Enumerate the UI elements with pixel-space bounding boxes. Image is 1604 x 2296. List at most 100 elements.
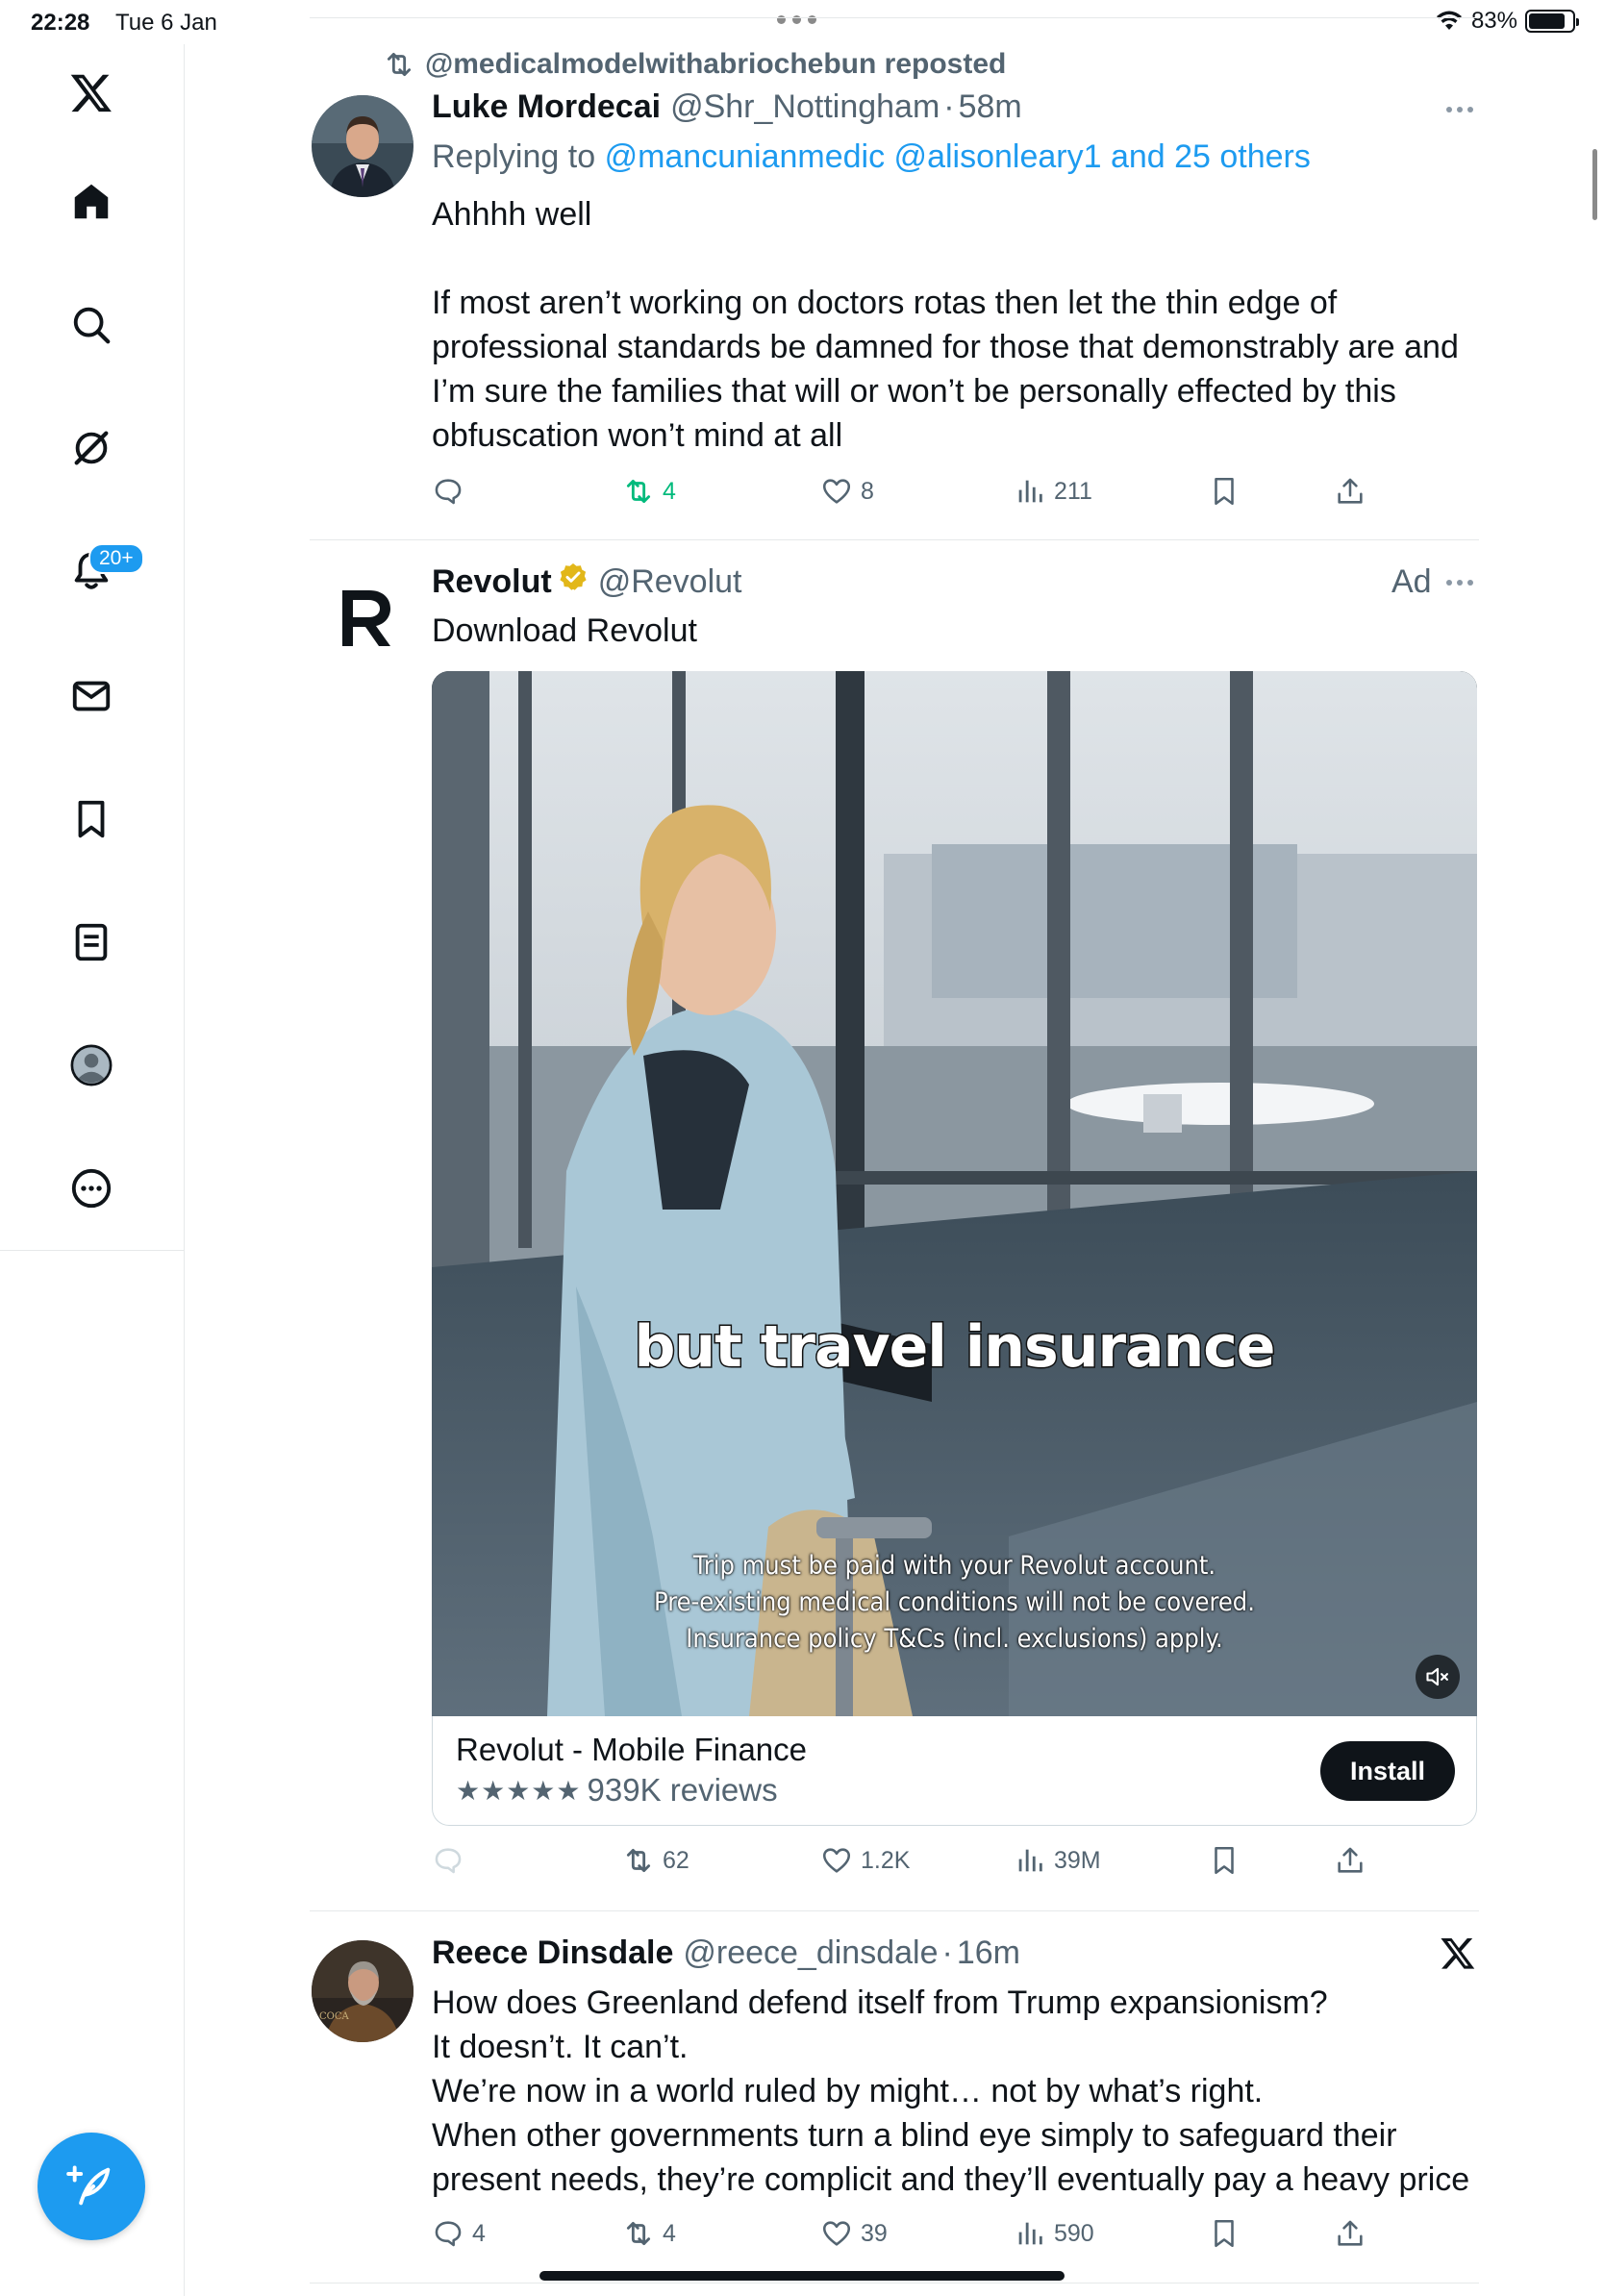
scrollbar[interactable] <box>1592 149 1597 220</box>
install-button[interactable]: Install <box>1320 1741 1455 1801</box>
share-button[interactable] <box>1334 1844 1366 1877</box>
status-time: 22:28 <box>31 10 90 36</box>
repost-label[interactable]: @medicalmodelwithabriochebun reposted <box>425 48 1006 81</box>
tweet-text-line: Ahhhh well <box>432 196 592 233</box>
disclaimer-line: Trip must be paid with your Revolut acco… <box>692 1551 1216 1581</box>
reply-icon <box>435 1848 462 1874</box>
like-button[interactable]: 39 <box>820 2217 888 2250</box>
tweet-text-line: How does Greenland defend itself from Tr… <box>432 1984 1328 2021</box>
home-icon[interactable] <box>59 169 124 235</box>
tweet-text-line: When other governments turn a blind eye … <box>432 2117 1470 2198</box>
app-rating: ★★★★★ 939K reviews <box>456 1772 778 1809</box>
tweet-header: Revolut @Revolut <box>432 562 741 601</box>
app-install-card[interactable]: Revolut - Mobile Finance ★★★★★ 939K revi… <box>432 1716 1477 1826</box>
reply-button[interactable] <box>432 475 472 508</box>
mute-button[interactable] <box>1416 1655 1460 1699</box>
like-button[interactable]: 8 <box>820 475 874 508</box>
bookmark-button[interactable] <box>1208 2217 1241 2250</box>
repost-icon <box>626 2221 651 2246</box>
rating-stars-icon: ★★★★★ <box>456 1775 582 1806</box>
reply-button[interactable]: 4 <box>432 2217 486 2250</box>
ad-video[interactable]: but travel insurance Trip must be paid w… <box>432 671 1477 1716</box>
lists-icon[interactable] <box>59 910 124 975</box>
messages-icon[interactable] <box>59 663 124 729</box>
reply-icon <box>435 2221 462 2247</box>
tweet-text: Download Revolut <box>432 609 1480 653</box>
like-count: 1.2K <box>861 1846 911 1874</box>
replying-to: Replying to @mancunianmedic @alisonleary… <box>432 138 1311 176</box>
status-bar: 22:28 Tue 6 Jan 83% <box>0 0 1604 44</box>
wifi-icon <box>1436 11 1462 30</box>
share-button[interactable] <box>1334 475 1366 508</box>
disclaimer-line: Insurance policy T&Cs (incl. exclusions)… <box>686 1624 1223 1654</box>
author-name[interactable]: Luke Mordecai <box>432 88 661 126</box>
x-logo-icon[interactable] <box>1440 1934 1476 1971</box>
x-logo-icon[interactable] <box>59 60 124 125</box>
views-count: 590 <box>1054 2219 1094 2247</box>
tweet-text-line: We’re now in a world ruled by might… not… <box>432 2073 1264 2109</box>
multitasking-dots-icon[interactable] <box>777 12 825 27</box>
repost-indicator: @medicalmodelwithabriochebun reposted <box>383 48 1006 81</box>
repost-button[interactable]: 4 <box>622 2217 676 2250</box>
tweet-text-line: Download Revolut <box>432 612 697 649</box>
repost-button[interactable]: 62 <box>622 1844 689 1877</box>
tweet-text: How does Greenland defend itself from Tr… <box>432 1981 1480 2202</box>
heart-icon <box>822 479 851 504</box>
compose-post-button[interactable] <box>38 2133 145 2240</box>
avatar[interactable]: COCA <box>312 1940 414 2042</box>
separator: · <box>941 1934 953 1971</box>
reply-icon <box>435 479 462 505</box>
video-caption: but travel insurance <box>633 1312 1277 1383</box>
repost-button[interactable]: 4 <box>622 475 676 508</box>
review-count: 939K reviews <box>587 1772 778 1808</box>
tweet-actions: 62 1.2K 39M <box>432 1844 1393 1883</box>
profile-icon[interactable] <box>59 1033 124 1098</box>
more-icon[interactable] <box>59 1156 124 1221</box>
author-handle[interactable]: @reece_dinsdale <box>683 1934 938 1972</box>
tweet-time[interactable]: 16m <box>957 1934 1020 1972</box>
video-disclaimer: Trip must be paid with your Revolut acco… <box>432 1548 1477 1658</box>
bookmark-icon <box>1215 477 1234 506</box>
reply-count: 4 <box>472 2219 486 2247</box>
home-indicator[interactable] <box>539 2271 1065 2281</box>
muted-speaker-icon <box>1426 1667 1448 1686</box>
grok-icon[interactable] <box>59 415 124 481</box>
bookmarks-icon[interactable] <box>59 786 124 852</box>
author-handle[interactable]: @Shr_Nottingham <box>670 88 940 126</box>
replying-to-link[interactable]: @mancunianmedic @alisonleary1 and 25 oth… <box>605 138 1311 175</box>
share-icon <box>1338 2220 1363 2246</box>
views-button[interactable]: 211 <box>1014 475 1092 508</box>
author-name[interactable]: Revolut <box>432 563 552 601</box>
revolut-logo[interactable] <box>338 585 396 652</box>
status-right: 83% <box>1435 8 1579 35</box>
bookmark-button[interactable] <box>1208 475 1241 508</box>
bookmark-button[interactable] <box>1208 1844 1241 1877</box>
views-button[interactable]: 39M <box>1014 1844 1101 1877</box>
repost-icon <box>387 52 412 77</box>
notifications-badge: 20+ <box>88 543 144 574</box>
views-icon <box>1018 2222 1042 2245</box>
repost-count: 4 <box>663 2219 676 2247</box>
views-button[interactable]: 590 <box>1014 2217 1094 2250</box>
avatar[interactable] <box>312 95 414 197</box>
author-name[interactable]: Reece Dinsdale <box>432 1934 673 1972</box>
search-icon[interactable] <box>59 292 124 358</box>
views-count: 211 <box>1054 477 1092 505</box>
replying-prefix: Replying to <box>432 138 596 175</box>
like-count: 39 <box>861 2219 888 2247</box>
author-handle[interactable]: @Revolut <box>598 563 742 601</box>
tweet-text-line <box>432 237 1480 281</box>
tweet-time[interactable]: 58m <box>959 88 1022 126</box>
more-options-icon[interactable] <box>1441 100 1479 119</box>
repost-count: 4 <box>663 477 676 505</box>
heart-icon <box>822 1848 851 1873</box>
ad-label: Ad <box>1391 563 1432 600</box>
reply-button[interactable] <box>432 1844 472 1877</box>
share-button[interactable] <box>1334 2217 1366 2250</box>
views-icon <box>1018 1849 1042 1872</box>
more-options-icon[interactable] <box>1441 573 1479 592</box>
repost-icon <box>626 1848 651 1873</box>
like-button[interactable]: 1.2K <box>820 1844 910 1877</box>
like-count: 8 <box>861 477 874 505</box>
tweet-header: Luke Mordecai @Shr_Nottingham · 58m <box>432 88 1022 126</box>
